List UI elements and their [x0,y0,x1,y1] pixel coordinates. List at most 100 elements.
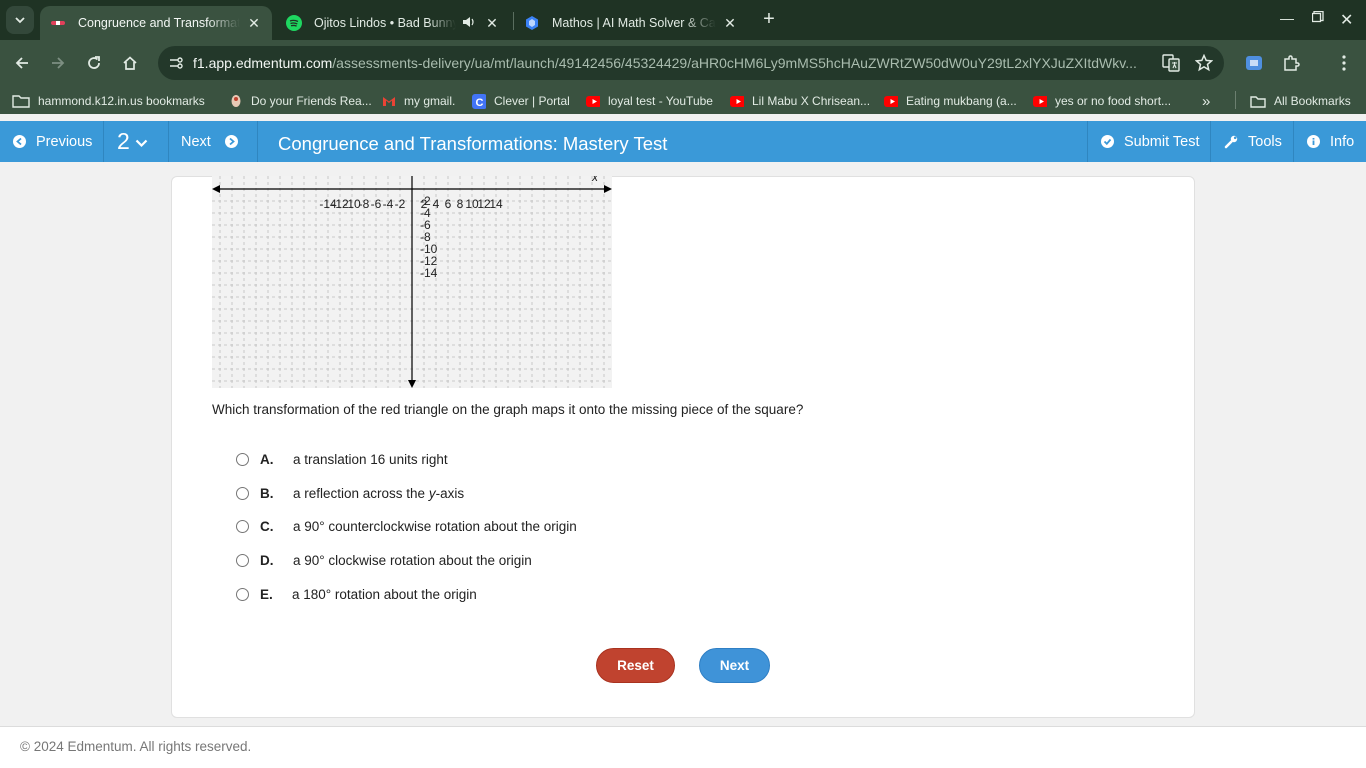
check-circle-icon [1101,135,1114,148]
page-title: Congruence and Transformations: Mastery … [278,133,668,154]
submit-test-label: Submit Test [1124,133,1200,150]
bookmark-item[interactable]: Eating mukbang (a... [884,93,1017,109]
url-text[interactable]: f1.app.edmentum.com/assessments-delivery… [193,55,1153,71]
translate-icon[interactable] [1160,52,1182,74]
new-tab-button[interactable]: + [758,9,780,31]
reset-button[interactable]: Reset [596,648,675,683]
url-path: /assessments-delivery/ua/mt/launch/49142… [332,55,1137,71]
back-button[interactable] [11,52,33,74]
gmail-icon [382,94,396,108]
browser-tab-edmentum[interactable]: Congruence and Transformations: Mastery … [40,6,272,40]
tab-search-button[interactable] [6,6,34,34]
svg-text:C: C [476,97,484,109]
next-label: Next [181,133,211,150]
tools-label: Tools [1248,133,1282,150]
mathos-icon [524,15,540,31]
speaker-icon[interactable] [462,16,478,31]
next-question-button[interactable]: Next [169,121,258,162]
extensions-puzzle-icon[interactable] [1280,52,1302,74]
radio-button[interactable] [236,452,249,466]
extension-app-icon[interactable] [1243,52,1265,74]
x-tick-label: 6 [445,197,452,211]
option-text-part: -axis [435,485,465,501]
bookmark-item[interactable]: hammond.k12.in.us bookmarks [12,93,205,109]
bookmark-label: Lil Mabu X Chrisean... [752,94,871,108]
folder-icon [12,94,30,108]
reload-icon [88,56,100,69]
tools-button[interactable]: Tools [1210,121,1293,162]
x-tick-label: 14 [489,197,503,211]
question-number-dropdown[interactable]: 2 [104,121,169,162]
bookmark-label: hammond.k12.in.us bookmarks [38,94,205,108]
bookmark-item[interactable]: Lil Mabu X Chrisean... [730,93,870,109]
home-icon [123,56,137,70]
info-button[interactable]: Info [1293,121,1366,162]
youtube-icon [730,94,744,108]
kebab-menu-icon[interactable] [1333,52,1355,74]
all-bookmarks-button[interactable]: All Bookmarks [1250,93,1351,109]
option-a[interactable]: A. a translation 16 units right [236,450,448,468]
x-tick-label: -8 [359,197,370,211]
option-text: a 90° clockwise rotation about the origi… [293,552,532,568]
radio-button[interactable] [236,486,249,500]
tab-title: Ojitos Lindos • Bad Bunny, Bomba Estéreo [314,16,456,30]
coordinate-graph: x -14-12-10-8 -6 -4 -2 2 4 6 8 101214 -2-4-6-8-1… [212,176,612,388]
close-window-button[interactable]: ✕ [1340,10,1353,30]
youtube-icon [884,94,898,108]
browser-tab-mathos[interactable]: Mathos | AI Math Solver & Calculator ✕ [514,6,748,40]
radio-button[interactable] [236,587,249,601]
browser-tab-spotify[interactable]: Ojitos Lindos • Bad Bunny, Bomba Estéreo… [276,6,510,40]
previous-button[interactable]: Previous [0,121,104,162]
bookmark-item[interactable]: yes or no food short... [1033,93,1171,109]
x-tick-label: -4 [383,197,394,211]
option-d[interactable]: D. a 90° clockwise rotation about the or… [236,551,532,569]
home-button[interactable] [119,52,141,74]
wrench-icon [1224,135,1238,148]
bookmark-item[interactable]: C Clever | Portal [472,93,570,109]
option-text-part: a reflection across the [293,485,429,501]
next-button[interactable]: Next [699,648,770,683]
option-text: a 90° counterclockwise rotation about th… [293,518,577,534]
option-b[interactable]: B. a reflection across the y-axis [236,484,464,502]
question-number: 2 [117,128,130,154]
clever-icon: C [472,93,486,109]
all-bookmarks-label: All Bookmarks [1274,94,1351,108]
forward-button[interactable] [47,52,69,74]
bookmark-label: Eating mukbang (a... [906,94,1017,108]
submit-test-button[interactable]: Submit Test [1087,121,1210,162]
close-icon[interactable]: ✕ [246,15,262,32]
bookmark-item[interactable]: Do your Friends Rea... [229,93,372,109]
radio-button[interactable] [236,519,249,533]
info-label: Info [1330,133,1355,150]
close-icon[interactable]: ✕ [722,15,738,32]
bookmark-item[interactable]: loyal test - YouTube [586,93,713,109]
youtube-icon [586,94,600,108]
option-e[interactable]: E. a 180° rotation about the origin [236,585,477,603]
radio-button[interactable] [236,553,249,567]
option-c[interactable]: C. a 90° counterclockwise rotation about… [236,517,577,535]
bookmark-label: loyal test - YouTube [608,94,713,108]
x-axis-label: x [591,176,599,184]
option-letter: B. [260,485,274,501]
y-tick-label: -14 [420,266,438,280]
bookmarks-divider [1235,91,1236,109]
option-text-italic: y [428,485,436,501]
option-letter: E. [260,586,273,602]
minimize-button[interactable]: — [1280,10,1294,26]
option-text: a 180° rotation about the origin [292,586,477,602]
chevron-down-icon [15,17,25,24]
bookmark-item[interactable]: my gmail. [382,93,455,109]
more-bookmarks-button[interactable]: » [1202,93,1210,110]
bookmark-label: Clever | Portal [494,94,570,108]
bookmark-star-icon[interactable] [1193,52,1215,74]
reload-button[interactable] [83,52,105,74]
tab-title: Mathos | AI Math Solver & Calculator [552,16,716,30]
site-info-icon[interactable] [166,53,186,73]
x-tick-label: 8 [457,197,464,211]
tab-title: Congruence and Transformations: Mastery … [78,16,240,30]
folder-icon [1250,94,1266,108]
close-icon[interactable]: ✕ [484,15,500,32]
x-tick-label: -6 [371,197,382,211]
restore-button[interactable] [1311,10,1324,26]
youtube-icon [1033,94,1047,108]
